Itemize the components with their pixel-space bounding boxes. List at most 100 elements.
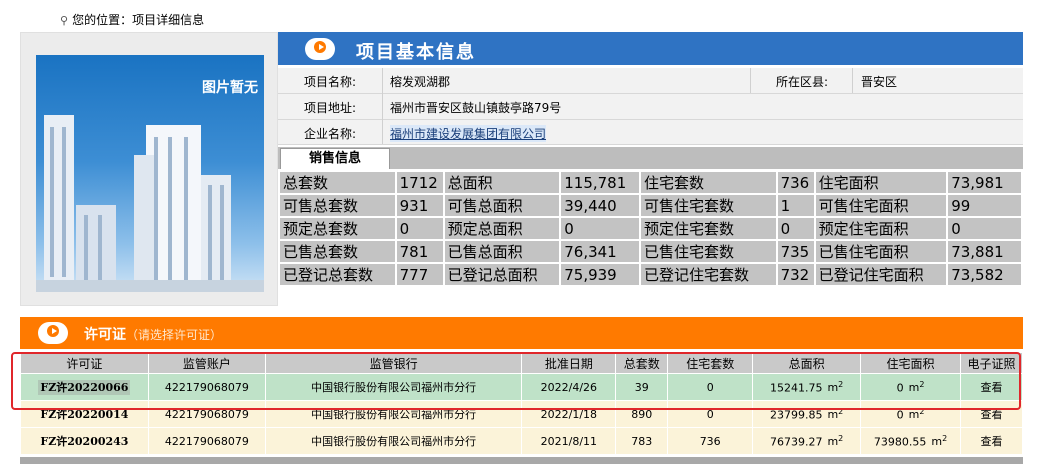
address-label: 项目地址:: [304, 101, 357, 115]
sales-value-cell: 99: [946, 193, 1023, 218]
sales-label-cell: 已登记总面积: [442, 262, 562, 287]
project-name-value: 榕发观湖郡: [390, 75, 451, 89]
supervision-account-text: 422179068079: [164, 434, 249, 448]
company-link[interactable]: 福州市建设发展集团有限公司: [390, 125, 547, 142]
supervision-bank-text: 中国银行股份有限公司福州市分行: [311, 435, 477, 448]
sales-label-cell: 可售总面积: [442, 193, 562, 218]
permit-row[interactable]: FZ许20200243 422179068079 中国银行股份有限公司福州市分行 20…: [20, 427, 1023, 455]
sales-label-cell: 已登记住宅面积: [813, 262, 949, 287]
sales-value-cell: 0: [775, 216, 816, 241]
supervision-bank: 中国银行股份有限公司福州市分行: [264, 427, 523, 455]
sales-value-cell: 735: [775, 239, 816, 264]
sales-label-cell: 可售住宅套数: [639, 193, 778, 218]
divider: [750, 68, 751, 93]
address-value: 福州市晋安区鼓山镇鼓亭路79号: [390, 101, 562, 115]
total-units-text: 783: [631, 434, 653, 448]
sales-row: 预定总套数 0 预定总面积 0 预定住宅套数 0 预定住宅面积 0: [278, 216, 1023, 241]
sales-value-cell: 1: [775, 193, 816, 218]
residential-units-text: 736: [699, 434, 721, 448]
selected-row-highlight: [11, 352, 1021, 410]
permit-title-text: 许可证: [84, 327, 126, 343]
sales-label-cell: 已登记总套数: [278, 262, 397, 287]
sales-value-cell: 0: [394, 216, 445, 241]
unit-exponent: 2: [838, 433, 844, 443]
sales-label-cell: 已登记住宅套数: [639, 262, 778, 287]
unit-label: m: [827, 408, 839, 422]
sales-value-cell: 736: [775, 170, 816, 195]
sales-value-cell: 732: [775, 262, 816, 287]
play-circle-icon: [305, 38, 335, 60]
unit-label: m: [931, 435, 943, 449]
view-certificate-link[interactable]: 查看: [960, 427, 1023, 455]
sales-row: 可售总套数 931 可售总面积 39,440 可售住宅套数 1 可售住宅面积 99: [278, 193, 1023, 218]
unit-label: m: [908, 408, 920, 422]
permit-hint: （请选择许可证）: [126, 328, 223, 342]
location-pin-icon: ⚲: [60, 14, 69, 27]
total-area-text: 76739.27: [769, 435, 823, 449]
permit-id[interactable]: FZ许20200243: [20, 427, 149, 455]
sales-label-cell: 预定住宅面积: [813, 216, 949, 241]
district-value: 晋安区: [861, 75, 898, 89]
sales-table: 总套数 1712 总面积 115,781 住宅套数 736 住宅面积 73,981 可售总套数 9…: [278, 170, 1023, 287]
sales-label-cell: 住宅面积: [813, 170, 949, 195]
sales-value-cell: 73,582: [946, 262, 1023, 287]
view-certificate-link-text[interactable]: 查看: [981, 435, 1003, 448]
sales-label-cell: 总套数: [278, 170, 397, 195]
info-row-address: 项目地址: 福州市晋安区鼓山镇鼓亭路79号: [278, 94, 1023, 120]
permit-title: 许可证（请选择许可证）: [84, 324, 222, 344]
sales-row: 总套数 1712 总面积 115,781 住宅套数 736 住宅面积 73,981: [278, 170, 1023, 195]
sales-value-cell: 39,440: [559, 193, 642, 218]
info-row-company: 企业名称: 福州市建设发展集团有限公司: [278, 120, 1023, 145]
sales-value-cell: 76,341: [559, 239, 642, 264]
sales-label-cell: 预定住宅套数: [639, 216, 778, 241]
project-name-label: 项目名称:: [304, 75, 357, 89]
info-row-name: 项目名称: 榕发观湖郡 所在区县: 晋安区: [278, 68, 1023, 94]
residential-area-text: 73980.55: [873, 435, 927, 449]
project-image: 图片暂无: [36, 55, 264, 292]
total-area-text: 23799.85: [769, 408, 823, 422]
bottom-scroll-bar[interactable]: [20, 457, 1023, 464]
breadcrumb-current: 项目详细信息: [132, 13, 205, 27]
tab-sales-info[interactable]: 销售信息: [280, 148, 390, 169]
sales-label-cell: 已售总面积: [442, 239, 562, 264]
sales-value-cell: 73,981: [946, 170, 1023, 195]
total-units: 783: [615, 427, 669, 455]
sales-value-cell: 73,881: [946, 239, 1023, 264]
play-circle-icon: [38, 322, 68, 344]
sales-value-cell: 75,939: [559, 262, 642, 287]
sales-value-cell: 931: [394, 193, 445, 218]
sales-row: 已登记总套数 777 已登记总面积 75,939 已登记住宅套数 732 已登记住宅面积 73…: [278, 262, 1023, 287]
sales-label-cell: 可售住宅面积: [813, 193, 949, 218]
sales-label-cell: 已售总套数: [278, 239, 397, 264]
divider: [382, 68, 383, 144]
total-area: 76739.27 m2: [752, 427, 862, 455]
unit-label: m: [827, 435, 839, 449]
residential-area-text: 0: [896, 408, 904, 422]
sales-label-cell: 预定总面积: [442, 216, 562, 241]
approval-date: 2021/8/11: [521, 427, 617, 455]
sales-label-cell: 已售住宅面积: [813, 239, 949, 264]
sales-row: 已售总套数 781 已售总面积 76,341 已售住宅套数 735 已售住宅面积 73,881: [278, 239, 1023, 264]
residential-area: 73980.55 m2: [860, 427, 962, 455]
supervision-account: 422179068079: [147, 427, 266, 455]
sales-label-cell: 总面积: [442, 170, 562, 195]
company-label: 企业名称:: [304, 127, 357, 141]
sales-value-cell: 115,781: [559, 170, 642, 195]
sales-value-cell: 0: [559, 216, 642, 241]
sales-label-cell: 已售住宅套数: [639, 239, 778, 264]
breadcrumb: ⚲ 您的位置：项目详细信息: [60, 11, 204, 28]
sales-value-cell: 0: [946, 216, 1023, 241]
breadcrumb-prefix: 您的位置：: [72, 13, 133, 27]
sales-label-cell: 可售总套数: [278, 193, 397, 218]
unit-exponent: 2: [942, 433, 948, 443]
sales-value-cell: 1712: [394, 170, 445, 195]
district-label: 所在区县:: [776, 75, 829, 89]
permit-id-text[interactable]: FZ许20200243: [40, 435, 128, 448]
sales-value-cell: 777: [394, 262, 445, 287]
basic-info-title: 项目基本信息: [356, 42, 476, 63]
sales-label-cell: 住宅套数: [639, 170, 778, 195]
divider: [852, 68, 853, 93]
no-image-label: 图片暂无: [202, 80, 258, 96]
approval-date-text: 2021/8/11: [540, 434, 598, 448]
sales-label-cell: 预定总套数: [278, 216, 397, 241]
